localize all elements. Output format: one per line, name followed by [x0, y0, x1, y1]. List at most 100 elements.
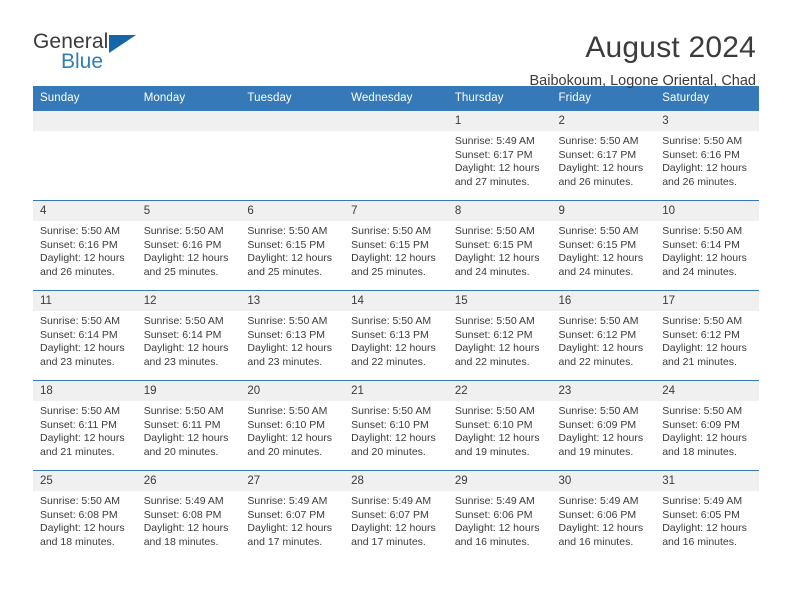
sunset-text: Sunset: 6:14 PM	[143, 328, 222, 341]
calendar-day-cell[interactable]: 16 Sunrise: 5:50 AM Sunset: 6:12 PM Dayligh…	[551, 290, 656, 381]
daylight-text: and 22 minutes.	[454, 355, 530, 368]
day-details: Sunrise: 5:49 AM Sunset: 6:06 PM Daylight:…	[448, 491, 552, 549]
daylight-text: Daylight: 12 hours	[454, 162, 540, 175]
day-number: 16	[551, 291, 656, 311]
calendar-day-cell[interactable]: 26 Sunrise: 5:49 AM Sunset: 6:08 PM Dayligh…	[136, 470, 241, 561]
calendar-day-cell[interactable]: 31 Sunrise: 5:49 AM Sunset: 6:05 PM Dayligh…	[655, 470, 759, 561]
weekday-header-sunday: Sunday	[33, 86, 137, 111]
sunrise-text: Sunrise: 5:50 AM	[351, 405, 432, 417]
day-number: 5	[136, 201, 241, 221]
sunset-text: Sunset: 6:07 PM	[351, 508, 429, 521]
calendar-day-cell[interactable]: 20 Sunrise: 5:50 AM Sunset: 6:10 PM Dayligh…	[240, 380, 345, 471]
day-details: Sunrise: 5:50 AM Sunset: 6:14 PM Daylight:…	[33, 311, 137, 369]
calendar-day-cell[interactable]: 4 Sunrise: 5:50 AM Sunset: 6:16 PM Daylight…	[33, 200, 137, 291]
daylight-text: Daylight: 12 hours	[558, 432, 644, 445]
calendar-day-cell[interactable]: 13 Sunrise: 5:50 AM Sunset: 6:13 PM Dayligh…	[240, 290, 345, 381]
day-number: 21	[344, 381, 448, 401]
calendar-day-cell[interactable]: 29 Sunrise: 5:49 AM Sunset: 6:06 PM Dayligh…	[447, 470, 552, 561]
day-number: 14	[344, 291, 448, 311]
daylight-text: and 20 minutes.	[247, 445, 323, 458]
sunrise-text: Sunrise: 5:49 AM	[454, 495, 535, 507]
sunrise-text: Sunrise: 5:50 AM	[351, 225, 432, 237]
day-details: Sunrise: 5:50 AM Sunset: 6:17 PM Daylight:…	[552, 131, 656, 189]
sunset-text: Sunset: 6:16 PM	[40, 238, 118, 251]
triangle-icon	[109, 35, 136, 53]
sunrise-text: Sunrise: 5:49 AM	[558, 495, 639, 507]
sunrise-text: Sunrise: 5:50 AM	[662, 225, 743, 237]
daylight-text: and 21 minutes.	[662, 355, 737, 368]
day-details: Sunrise: 5:50 AM Sunset: 6:08 PM Daylight:…	[33, 491, 137, 549]
calendar-day-cell[interactable]: 12 Sunrise: 5:50 AM Sunset: 6:14 PM Dayligh…	[136, 290, 241, 381]
calendar-day-cell[interactable]: 23 Sunrise: 5:50 AM Sunset: 6:09 PM Dayligh…	[551, 380, 656, 471]
sunset-text: Sunset: 6:13 PM	[247, 328, 326, 341]
day-number: 20	[240, 381, 345, 401]
calendar-day-cell[interactable]: 7 Sunrise: 5:50 AM Sunset: 6:15 PM Daylight…	[344, 200, 448, 291]
sunrise-text: Sunrise: 5:50 AM	[558, 135, 639, 147]
day-details: Sunrise: 5:49 AM Sunset: 6:07 PM Daylight:…	[344, 491, 448, 549]
day-details: Sunrise: 5:49 AM Sunset: 6:07 PM Daylight:…	[240, 491, 344, 549]
daylight-text: and 17 minutes.	[247, 535, 323, 548]
daylight-text: Daylight: 12 hours	[454, 252, 540, 265]
calendar-day-cell[interactable]: 24 Sunrise: 5:50 AM Sunset: 6:09 PM Dayligh…	[655, 380, 759, 471]
calendar-day-cell[interactable]: 6 Sunrise: 5:50 AM Sunset: 6:15 PM Daylight…	[240, 200, 345, 291]
calendar-day-cell[interactable]: 22 Sunrise: 5:50 AM Sunset: 6:10 PM Dayligh…	[447, 380, 552, 471]
calendar-day-cell[interactable]: 5 Sunrise: 5:50 AM Sunset: 6:16 PM Daylight…	[136, 200, 241, 291]
day-details: Sunrise: 5:49 AM Sunset: 6:17 PM Daylight:…	[448, 131, 552, 189]
day-details	[33, 131, 137, 135]
daylight-text: and 24 minutes.	[558, 265, 634, 278]
calendar-day-cell[interactable]: 15 Sunrise: 5:50 AM Sunset: 6:12 PM Dayligh…	[447, 290, 552, 381]
calendar-day-cell[interactable]: 3 Sunrise: 5:50 AM Sunset: 6:16 PM Daylight…	[655, 110, 759, 201]
calendar-day-cell[interactable]: 28 Sunrise: 5:49 AM Sunset: 6:07 PM Dayligh…	[344, 470, 448, 561]
sunrise-text: Sunrise: 5:50 AM	[143, 315, 224, 327]
daylight-text: Daylight: 12 hours	[662, 342, 747, 355]
calendar-day-cell[interactable]: 19 Sunrise: 5:50 AM Sunset: 6:11 PM Dayligh…	[136, 380, 241, 471]
calendar-table: Sunday Monday Tuesday Wednesday Thursday Frid…	[33, 86, 759, 561]
calendar-day-cell[interactable]: 27 Sunrise: 5:49 AM Sunset: 6:07 PM Dayligh…	[240, 470, 345, 561]
calendar-day-cell[interactable]: 2 Sunrise: 5:50 AM Sunset: 6:17 PM Daylight…	[551, 110, 656, 201]
sunrise-text: Sunrise: 5:50 AM	[247, 225, 328, 237]
calendar-cell-empty	[240, 110, 345, 201]
calendar-day-cell[interactable]: 18 Sunrise: 5:50 AM Sunset: 6:11 PM Dayligh…	[33, 380, 137, 471]
day-details: Sunrise: 5:50 AM Sunset: 6:15 PM Daylight:…	[344, 221, 448, 279]
calendar-day-cell[interactable]: 17 Sunrise: 5:50 AM Sunset: 6:12 PM Dayligh…	[655, 290, 759, 381]
calendar-day-cell[interactable]: 14 Sunrise: 5:50 AM Sunset: 6:13 PM Dayligh…	[344, 290, 448, 381]
calendar-day-cell[interactable]: 21 Sunrise: 5:50 AM Sunset: 6:10 PM Dayligh…	[344, 380, 448, 471]
daylight-text: and 18 minutes.	[662, 445, 737, 458]
sunset-text: Sunset: 6:08 PM	[143, 508, 222, 521]
calendar-page: General Blue August 2024 Baibokoum, Logo…	[0, 0, 792, 612]
daylight-text: Daylight: 12 hours	[143, 432, 229, 445]
day-details: Sunrise: 5:50 AM Sunset: 6:12 PM Daylight:…	[448, 311, 552, 369]
brand-logo[interactable]: General Blue	[33, 30, 163, 78]
day-details: Sunrise: 5:50 AM Sunset: 6:15 PM Daylight:…	[552, 221, 656, 279]
day-number: 26	[136, 471, 241, 491]
day-number: 27	[240, 471, 345, 491]
calendar-cell-empty	[344, 110, 448, 201]
calendar-day-cell[interactable]: 10 Sunrise: 5:50 AM Sunset: 6:14 PM Dayligh…	[655, 200, 759, 291]
day-number: 28	[344, 471, 448, 491]
day-details: Sunrise: 5:50 AM Sunset: 6:10 PM Daylight:…	[344, 401, 448, 459]
day-number: 25	[33, 471, 137, 491]
day-number: 17	[655, 291, 759, 311]
calendar-day-cell[interactable]: 9 Sunrise: 5:50 AM Sunset: 6:15 PM Daylight…	[551, 200, 656, 291]
daylight-text: and 26 minutes.	[662, 175, 737, 188]
daylight-text: and 18 minutes.	[40, 535, 115, 548]
daylight-text: Daylight: 12 hours	[662, 432, 747, 445]
day-details	[240, 131, 344, 135]
sunset-text: Sunset: 6:17 PM	[454, 148, 533, 161]
day-number	[240, 111, 345, 131]
calendar-day-cell[interactable]: 8 Sunrise: 5:50 AM Sunset: 6:15 PM Daylight…	[447, 200, 552, 291]
day-number: 13	[240, 291, 345, 311]
day-details	[137, 131, 241, 135]
daylight-text: and 22 minutes.	[558, 355, 634, 368]
calendar-day-cell[interactable]: 25 Sunrise: 5:50 AM Sunset: 6:08 PM Dayligh…	[33, 470, 137, 561]
calendar-day-cell[interactable]: 11 Sunrise: 5:50 AM Sunset: 6:14 PM Dayligh…	[33, 290, 137, 381]
daylight-text: and 25 minutes.	[143, 265, 219, 278]
calendar-day-cell[interactable]: 30 Sunrise: 5:49 AM Sunset: 6:06 PM Dayligh…	[551, 470, 656, 561]
calendar-day-cell[interactable]: 1 Sunrise: 5:49 AM Sunset: 6:17 PM Daylight…	[447, 110, 552, 201]
sunrise-text: Sunrise: 5:49 AM	[662, 495, 743, 507]
day-number: 23	[551, 381, 656, 401]
day-details: Sunrise: 5:49 AM Sunset: 6:08 PM Daylight:…	[137, 491, 241, 549]
sunrise-text: Sunrise: 5:50 AM	[143, 225, 224, 237]
sunset-text: Sunset: 6:06 PM	[454, 508, 533, 521]
sunrise-text: Sunrise: 5:50 AM	[454, 225, 535, 237]
